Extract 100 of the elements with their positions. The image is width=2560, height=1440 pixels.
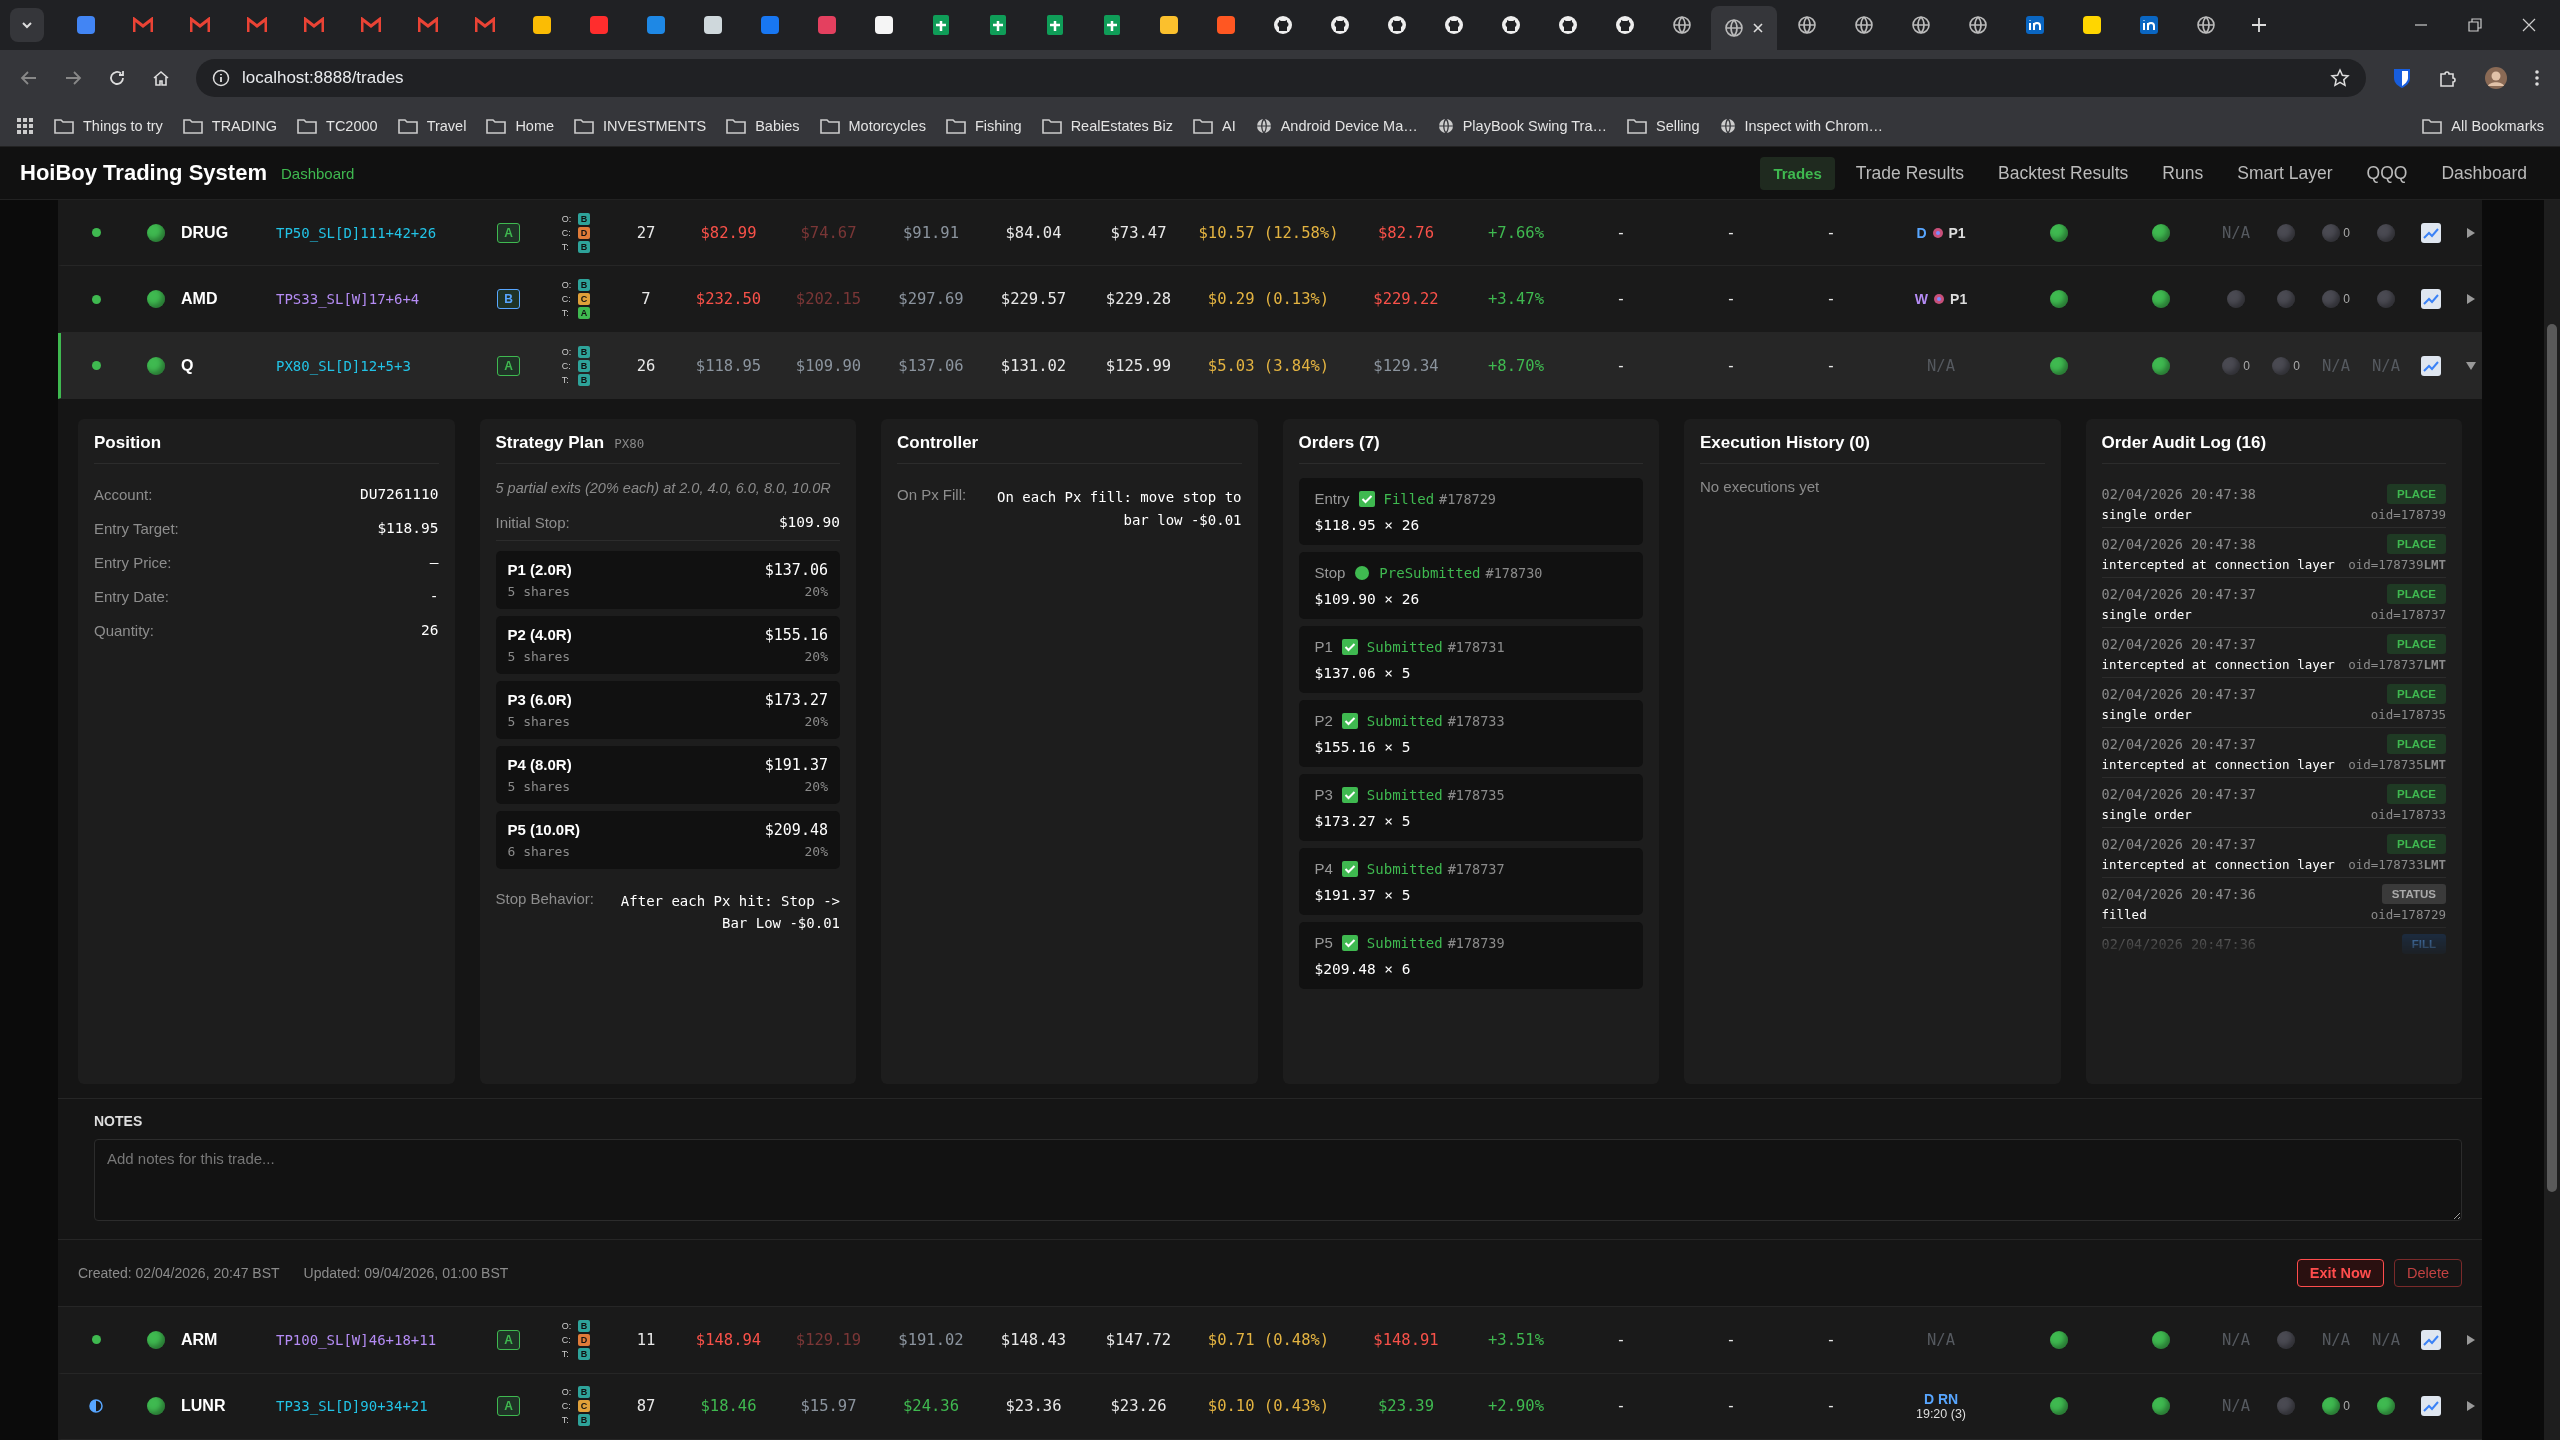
- mail-icon: [189, 17, 210, 33]
- apps-icon[interactable]: [16, 117, 34, 135]
- field-value: 26: [421, 622, 439, 639]
- grade-badge: A: [497, 1396, 520, 1417]
- target-name: P5 (10.0R): [507, 821, 581, 839]
- trade-row[interactable]: AMD TPS33_SL[W]17+6+4 B O: B C: C T: A 7 $232.50 $202.15 $297.69 $229.57 $229.28 $0.29 (0.13%) $229.22 +3.47% - - - W P1 0: [58, 266, 2482, 333]
- bookmark[interactable]: Selling: [1626, 118, 1700, 134]
- nav-tab[interactable]: Trade Results: [1842, 154, 1978, 192]
- chart-icon[interactable]: [2421, 289, 2441, 310]
- order-price: $109.90 × 26: [1314, 591, 1421, 608]
- app-icon: [1158, 15, 1179, 35]
- tab-search-button[interactable]: [10, 8, 44, 42]
- nav-tab[interactable]: Backtest Results: [1985, 154, 2142, 192]
- reload-icon[interactable]: [108, 69, 126, 87]
- trade-row[interactable]: ARM TP100_SL[W]46+18+11 A O: B C: D T: B 11 $148.94 $129.19 $191.02 $148.43 $147.72 $0.71 (0.48%) $148.91 +3.51% - - - N/A N/A N/A N/A: [58, 1307, 2482, 1374]
- nav-tab[interactable]: QQQ: [2353, 154, 2421, 192]
- target-shares: 5 shares: [507, 583, 571, 599]
- bookmark[interactable]: Inspect with Chrom…: [1719, 118, 1884, 134]
- bookmark[interactable]: TRADING: [182, 118, 278, 134]
- table-cell: -: [1826, 356, 1836, 375]
- app-icon: [75, 15, 96, 35]
- log-time: 02/04/2026 20:47:37: [2101, 586, 2256, 603]
- bookmark[interactable]: Android Device Ma…: [1255, 118, 1418, 134]
- forward-icon[interactable]: [64, 69, 82, 87]
- avatar-icon[interactable]: [2484, 66, 2508, 90]
- menu-icon[interactable]: [2534, 68, 2540, 88]
- order-name: Stop: [1314, 564, 1346, 582]
- trade-row[interactable]: Q PX80_SL[D]12+5+3 A O: B C: B T: B 26 $118.95 $109.90 $137.06 $131.02 $125.99 $5.03 (3.84%) $129.34 +8.70% - - - N/A 0 0 N/A N/A: [58, 332, 2482, 400]
- back-icon[interactable]: [20, 69, 38, 87]
- bookmark[interactable]: Motorcycles: [819, 118, 926, 134]
- table-cell: $23.39: [1378, 1397, 1434, 1416]
- log-time: 02/04/2026 20:47:36: [2101, 886, 2256, 903]
- table-cell: $129.19: [795, 1330, 862, 1349]
- table-cell: -: [1726, 1330, 1736, 1349]
- expand-icon[interactable]: [2465, 293, 2477, 306]
- order-ref: oid=178733: [2370, 807, 2446, 823]
- nav-tab[interactable]: Dashboard: [2428, 154, 2540, 192]
- star-icon[interactable]: [2330, 68, 2350, 88]
- strategy-text: TP33_SL[D]90+34+21: [276, 1398, 428, 1415]
- table-cell: $23.26: [1110, 1397, 1167, 1416]
- panel-title: Execution History (0): [1700, 433, 1871, 454]
- oct-badge: B: [577, 345, 591, 358]
- nav-tab[interactable]: Smart Layer: [2224, 154, 2346, 192]
- bookmark[interactable]: TC2000: [297, 118, 378, 134]
- puzzle-icon[interactable]: [2438, 68, 2458, 88]
- field-label: Stop Behavior:: [495, 889, 594, 907]
- address-field[interactable]: localhost:8888/trades: [196, 59, 2366, 97]
- folder-icon: [182, 118, 203, 134]
- collapse-icon[interactable]: [2465, 359, 2477, 372]
- order-ref: oid=178733LMT: [2348, 857, 2446, 873]
- oct-badge: A: [577, 307, 591, 320]
- oct-label: C:: [561, 1334, 572, 1345]
- bookmark[interactable]: Travel: [397, 118, 467, 134]
- chart-icon[interactable]: [2421, 1396, 2441, 1417]
- expand-icon[interactable]: [2465, 226, 2477, 239]
- table-cell: $229.57: [1000, 290, 1067, 309]
- bookmark[interactable]: AI: [1193, 118, 1236, 134]
- chart-icon[interactable]: [2421, 222, 2441, 243]
- bookmark[interactable]: Fishing: [945, 118, 1022, 134]
- bookmark[interactable]: Home: [486, 118, 555, 134]
- nav-tab[interactable]: Trades: [1760, 156, 1835, 190]
- chart-icon[interactable]: [2421, 355, 2441, 376]
- log-time: 02/04/2026 20:47:37: [2101, 686, 2256, 703]
- new-tab-icon[interactable]: [2251, 17, 2267, 33]
- delete-button[interactable]: Delete: [2394, 1259, 2462, 1288]
- exit-button[interactable]: Exit Now: [2296, 1259, 2385, 1288]
- close-icon[interactable]: [1752, 22, 1764, 34]
- target-icon: [1931, 226, 1944, 239]
- info-icon[interactable]: [212, 69, 230, 87]
- checkbox-icon: [1341, 934, 1358, 951]
- table-cell: -: [1826, 290, 1836, 309]
- trade-row[interactable]: LUNR TP33_SL[D]90+34+21 A O: B C: C T: B 87 $18.46 $15.97 $24.36 $23.36 $23.26 $0.10 (0.43%) $23.39 +2.90% - - - D RN 19:20 (3) N/A 0: [58, 1373, 2482, 1440]
- bookmark[interactable]: Babies: [726, 118, 800, 134]
- restore-icon[interactable]: [2468, 18, 2482, 32]
- order-ref: oid=178739LMT: [2348, 557, 2446, 573]
- bookmark[interactable]: PlayBook Swing Tra…: [1437, 118, 1607, 134]
- order-id: #178735: [1447, 786, 1505, 803]
- scrollbar-thumb[interactable]: [2547, 324, 2557, 1192]
- oct-badge: B: [577, 212, 591, 225]
- home-icon[interactable]: [152, 69, 170, 87]
- bookmark[interactable]: Things to try: [54, 118, 163, 134]
- oct-label: T:: [561, 308, 570, 319]
- notes-field[interactable]: Add notes for this trade...: [94, 1139, 2462, 1222]
- trade-row[interactable]: DRUG TP50_SL[D]111+42+26 A O: B C: D T: B 27 $82.99 $74.67 $91.91 $84.04 $73.47 $10.57 (12.58%) $82.76 +7.66% - - - D P1 N/A 0: [58, 200, 2482, 267]
- shield-icon[interactable]: [2392, 67, 2412, 89]
- browser-tab[interactable]: [1711, 6, 1777, 50]
- bookmark[interactable]: INVESTMENTS: [574, 118, 707, 134]
- target-percent: 20%: [804, 583, 828, 599]
- nav-tab[interactable]: Runs: [2149, 154, 2217, 192]
- scrollbar[interactable]: [2544, 200, 2560, 1440]
- bookmark[interactable]: RealEstates Biz: [1041, 118, 1173, 134]
- app-icon: [816, 15, 837, 35]
- expand-icon[interactable]: [2465, 1333, 2477, 1346]
- app-icon: [2081, 15, 2102, 35]
- close-icon[interactable]: [2522, 18, 2536, 32]
- table-cell: $137.06: [898, 356, 964, 375]
- folder-icon: [1626, 118, 1647, 134]
- chart-icon[interactable]: [2421, 1329, 2441, 1350]
- expand-icon[interactable]: [2465, 1400, 2477, 1413]
- bookmark[interactable]: All Bookmarks: [2422, 118, 2544, 134]
